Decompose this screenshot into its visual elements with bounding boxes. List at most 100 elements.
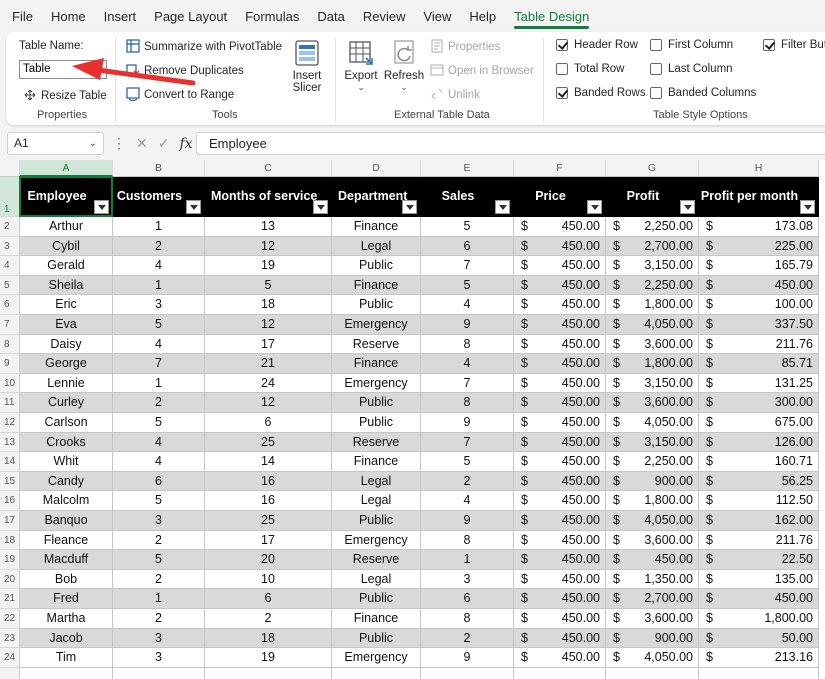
table-cell[interactable]: $450.00 xyxy=(514,432,606,453)
table-cell[interactable]: $1,800.00 xyxy=(606,295,699,315)
table-cell[interactable]: 1 xyxy=(113,217,205,237)
table-cell[interactable]: 7 xyxy=(113,354,205,374)
table-cell[interactable]: 8 xyxy=(421,334,514,355)
table-cell[interactable]: Candy xyxy=(20,471,113,492)
table-cell[interactable]: $900.00 xyxy=(606,628,699,649)
table-cell[interactable]: Cybil xyxy=(20,236,113,257)
table-cell[interactable]: 1 xyxy=(113,275,205,296)
row-header[interactable]: 3 xyxy=(0,236,20,257)
row-header[interactable]: 20 xyxy=(0,569,20,590)
table-cell[interactable]: $300.00 xyxy=(699,393,819,413)
table-cell[interactable]: 2 xyxy=(113,530,205,551)
table-cell[interactable]: $450.00 xyxy=(514,530,606,551)
filter-dropdown-icon[interactable] xyxy=(186,200,201,214)
table-cell[interactable]: $4,050.00 xyxy=(606,511,699,531)
table-cell[interactable]: $211.76 xyxy=(699,334,819,355)
table-cell[interactable]: 1 xyxy=(113,373,205,394)
table-cell[interactable]: $1,800.00 xyxy=(606,354,699,374)
table-cell[interactable]: 9 xyxy=(421,511,514,531)
table-cell[interactable]: 4 xyxy=(421,354,514,374)
menu-tab-home[interactable]: Home xyxy=(42,0,95,32)
row-header[interactable]: 12 xyxy=(0,413,20,433)
formula-input[interactable]: Employee xyxy=(196,132,825,155)
table-cell[interactable]: $126.00 xyxy=(699,432,819,453)
table-cell[interactable]: $3,600.00 xyxy=(606,393,699,413)
table-cell[interactable]: $135.00 xyxy=(699,569,819,590)
table-cell[interactable]: Malcolm xyxy=(20,491,113,511)
table-cell[interactable]: Finance xyxy=(332,217,421,237)
table-cell[interactable]: 5 xyxy=(113,491,205,511)
table-cell[interactable]: $2,700.00 xyxy=(606,236,699,257)
table-cell[interactable]: Jacob xyxy=(20,628,113,649)
table-cell[interactable]: Bob xyxy=(20,569,113,590)
table-cell[interactable]: $450.00 xyxy=(699,275,819,296)
insert-function-icon[interactable]: fx xyxy=(179,136,192,152)
banded-columns-checkbox[interactable]: Banded Columns xyxy=(650,87,756,99)
table-cell[interactable]: Legal xyxy=(332,236,421,257)
column-header-a[interactable]: A xyxy=(20,160,113,177)
table-cell[interactable]: $450.00 xyxy=(514,275,606,296)
menu-tab-review[interactable]: Review xyxy=(354,0,415,32)
table-cell[interactable]: Reserve xyxy=(332,334,421,355)
table-cell[interactable]: $3,150.00 xyxy=(606,256,699,276)
filter-dropdown-icon[interactable] xyxy=(313,200,328,214)
empty-cell[interactable] xyxy=(699,667,819,679)
table-cell[interactable]: $3,150.00 xyxy=(606,373,699,394)
empty-cell[interactable] xyxy=(332,667,421,679)
resize-table-button[interactable]: Resize Table xyxy=(23,88,107,102)
table-cell[interactable]: 3 xyxy=(113,295,205,315)
open-in-browser-button[interactable]: Open in Browser xyxy=(430,63,534,77)
table-cell[interactable]: Martha xyxy=(20,609,113,629)
table-cell[interactable]: 3 xyxy=(421,569,514,590)
table-cell[interactable]: $450.00 xyxy=(514,393,606,413)
row-header[interactable]: 6 xyxy=(0,295,20,315)
table-cell[interactable]: Crooks xyxy=(20,432,113,453)
table-cell[interactable]: $162.00 xyxy=(699,511,819,531)
column-header-c[interactable]: C xyxy=(205,160,332,177)
table-cell[interactable]: $165.79 xyxy=(699,256,819,276)
table-cell[interactable]: 2 xyxy=(113,236,205,257)
table-cell[interactable]: 2 xyxy=(113,609,205,629)
table-cell[interactable]: Legal xyxy=(332,569,421,590)
unlink-button[interactable]: Unlink xyxy=(430,87,480,101)
table-cell[interactable]: Public xyxy=(332,413,421,433)
table-cell[interactable]: $4,050.00 xyxy=(606,413,699,433)
row-header[interactable]: 15 xyxy=(0,471,20,492)
column-header-h[interactable]: H xyxy=(699,160,819,177)
table-cell[interactable]: $1,350.00 xyxy=(606,569,699,590)
table-cell[interactable]: 8 xyxy=(421,609,514,629)
row-header[interactable]: 14 xyxy=(0,452,20,472)
table-cell[interactable]: $3,600.00 xyxy=(606,530,699,551)
table-cell[interactable]: 6 xyxy=(205,589,332,609)
menu-tab-view[interactable]: View xyxy=(414,0,460,32)
table-cell[interactable]: 6 xyxy=(113,471,205,492)
row-header[interactable]: 2 xyxy=(0,217,20,237)
empty-cell[interactable] xyxy=(421,667,514,679)
menu-tab-data[interactable]: Data xyxy=(308,0,353,32)
column-header-b[interactable]: B xyxy=(113,160,205,177)
table-header-cell[interactable]: Customers xyxy=(113,177,205,217)
table-cell[interactable]: $3,600.00 xyxy=(606,609,699,629)
row-header[interactable]: 13 xyxy=(0,432,20,453)
table-cell[interactable]: 7 xyxy=(421,256,514,276)
empty-cell[interactable] xyxy=(113,667,205,679)
table-cell[interactable]: 7 xyxy=(421,432,514,453)
table-cell[interactable]: 3 xyxy=(113,511,205,531)
empty-cell[interactable] xyxy=(514,667,606,679)
table-cell[interactable]: 12 xyxy=(205,315,332,335)
table-cell[interactable]: 2 xyxy=(421,471,514,492)
table-cell[interactable]: $450.00 xyxy=(514,217,606,237)
table-cell[interactable]: Fleance xyxy=(20,530,113,551)
table-cell[interactable]: 8 xyxy=(421,530,514,551)
first-column-checkbox[interactable]: First Column xyxy=(650,39,733,51)
table-cell[interactable]: George xyxy=(20,354,113,374)
filter-dropdown-icon[interactable] xyxy=(495,200,510,214)
filter-dropdown-icon[interactable] xyxy=(680,200,695,214)
table-cell[interactable]: $450.00 xyxy=(514,236,606,257)
table-cell[interactable]: 19 xyxy=(205,648,332,668)
table-cell[interactable]: $450.00 xyxy=(514,628,606,649)
table-cell[interactable]: $173.08 xyxy=(699,217,819,237)
table-cell[interactable]: Daisy xyxy=(20,334,113,355)
table-cell[interactable]: 19 xyxy=(205,256,332,276)
table-cell[interactable]: 4 xyxy=(113,452,205,472)
